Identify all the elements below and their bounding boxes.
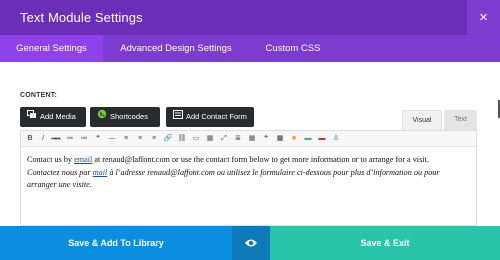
media-icon bbox=[26, 107, 37, 127]
mail-link[interactable]: mail bbox=[93, 168, 108, 177]
shortcodes-icon bbox=[96, 107, 107, 127]
text-segment: Contact us by bbox=[27, 155, 75, 164]
quote-icon[interactable]: ❝ bbox=[261, 134, 271, 144]
grid-icon[interactable]: ▦ bbox=[247, 134, 257, 144]
link-icon[interactable]: 🔗 bbox=[163, 134, 173, 144]
editor-tab-text[interactable]: Text bbox=[444, 110, 477, 130]
add-contact-form-button[interactable]: Add Contact Form bbox=[166, 107, 254, 127]
modal-footer: Save & Add To Library Save & Exit bbox=[0, 226, 500, 260]
modal-header: Text Module Settings × bbox=[0, 0, 500, 35]
paragraph-french: Contactez nous par mail à l’adresse rena… bbox=[27, 167, 467, 192]
eye-icon bbox=[244, 234, 258, 251]
fullscreen-icon[interactable]: ⤢ bbox=[219, 134, 229, 144]
close-icon[interactable]: × bbox=[467, 0, 500, 35]
align-center-icon[interactable]: ≡ bbox=[135, 134, 145, 144]
blockquote-icon[interactable]: ❝ bbox=[93, 134, 103, 144]
color-palette-icon[interactable]: ■ bbox=[289, 134, 299, 144]
user-icon[interactable]: ♙ bbox=[331, 134, 341, 144]
italic-icon[interactable]: I bbox=[38, 134, 48, 144]
paragraph-english: Contact us by email at renaud@laffont.co… bbox=[27, 154, 467, 167]
table-icon[interactable]: ▦ bbox=[205, 134, 215, 144]
tab-general-settings[interactable]: General Settings bbox=[0, 35, 103, 62]
settings-tabs: General Settings Advanced Design Setting… bbox=[0, 35, 500, 62]
strikethrough-icon[interactable]: ABC bbox=[51, 134, 61, 144]
more-tag-icon[interactable]: ▭ bbox=[191, 134, 201, 144]
tab-custom-css[interactable]: Custom CSS bbox=[252, 35, 334, 62]
text-segment: at renaud@laffont.com or use the contact… bbox=[92, 155, 429, 164]
align-right-icon[interactable]: ≡ bbox=[149, 134, 159, 144]
modal-title: Text Module Settings bbox=[20, 10, 143, 25]
divider-icon[interactable]: ▬ bbox=[317, 134, 327, 144]
editor-toolbar: B I ABC ≔ ≔ ❝ — ≡ ≡ ≡ 🔗 ⛓ ▭ ▦ ⤢ ≣ ▦ ❝ ▦ … bbox=[21, 131, 476, 147]
add-media-button[interactable]: Add Media bbox=[20, 107, 86, 127]
email-link[interactable]: email bbox=[74, 155, 92, 164]
columns-icon[interactable]: ▦ bbox=[275, 134, 285, 144]
align-left-icon[interactable]: ≡ bbox=[121, 134, 131, 144]
editor-content[interactable]: Contact us by email at renaud@laffont.co… bbox=[27, 154, 467, 192]
add-contact-form-label: Add Contact Form bbox=[186, 112, 247, 121]
save-add-to-library-button[interactable]: Save & Add To Library bbox=[0, 226, 232, 260]
bullet-list-icon[interactable]: ≔ bbox=[65, 134, 75, 144]
shortcodes-label: Shortcodes bbox=[110, 112, 148, 121]
preview-button[interactable] bbox=[232, 226, 270, 260]
add-media-label: Add Media bbox=[40, 112, 76, 121]
save-exit-button[interactable]: Save & Exit bbox=[270, 226, 500, 260]
horizontal-line-icon[interactable]: — bbox=[107, 134, 117, 144]
toolbar-toggle-icon[interactable]: ≣ bbox=[233, 134, 243, 144]
text-segment: Contactez nous par bbox=[27, 167, 93, 177]
contact-form-icon bbox=[172, 107, 183, 127]
shortcodes-button[interactable]: Shortcodes bbox=[90, 107, 160, 127]
rich-text-editor[interactable]: B I ABC ≔ ≔ ❝ — ≡ ≡ ≡ 🔗 ⛓ ▭ ▦ ⤢ ≣ ▦ ❝ ▦ … bbox=[20, 130, 477, 226]
unlink-icon[interactable]: ⛓ bbox=[177, 134, 187, 144]
numbered-list-icon[interactable]: ≔ bbox=[79, 134, 89, 144]
content-label: CONTENT: bbox=[20, 92, 57, 99]
editor-tab-visual[interactable]: Visual bbox=[402, 110, 442, 130]
bold-icon[interactable]: B bbox=[25, 134, 35, 144]
highlight-icon[interactable]: ▬ bbox=[303, 134, 313, 144]
tab-advanced-design-settings[interactable]: Advanced Design Settings bbox=[106, 35, 246, 62]
